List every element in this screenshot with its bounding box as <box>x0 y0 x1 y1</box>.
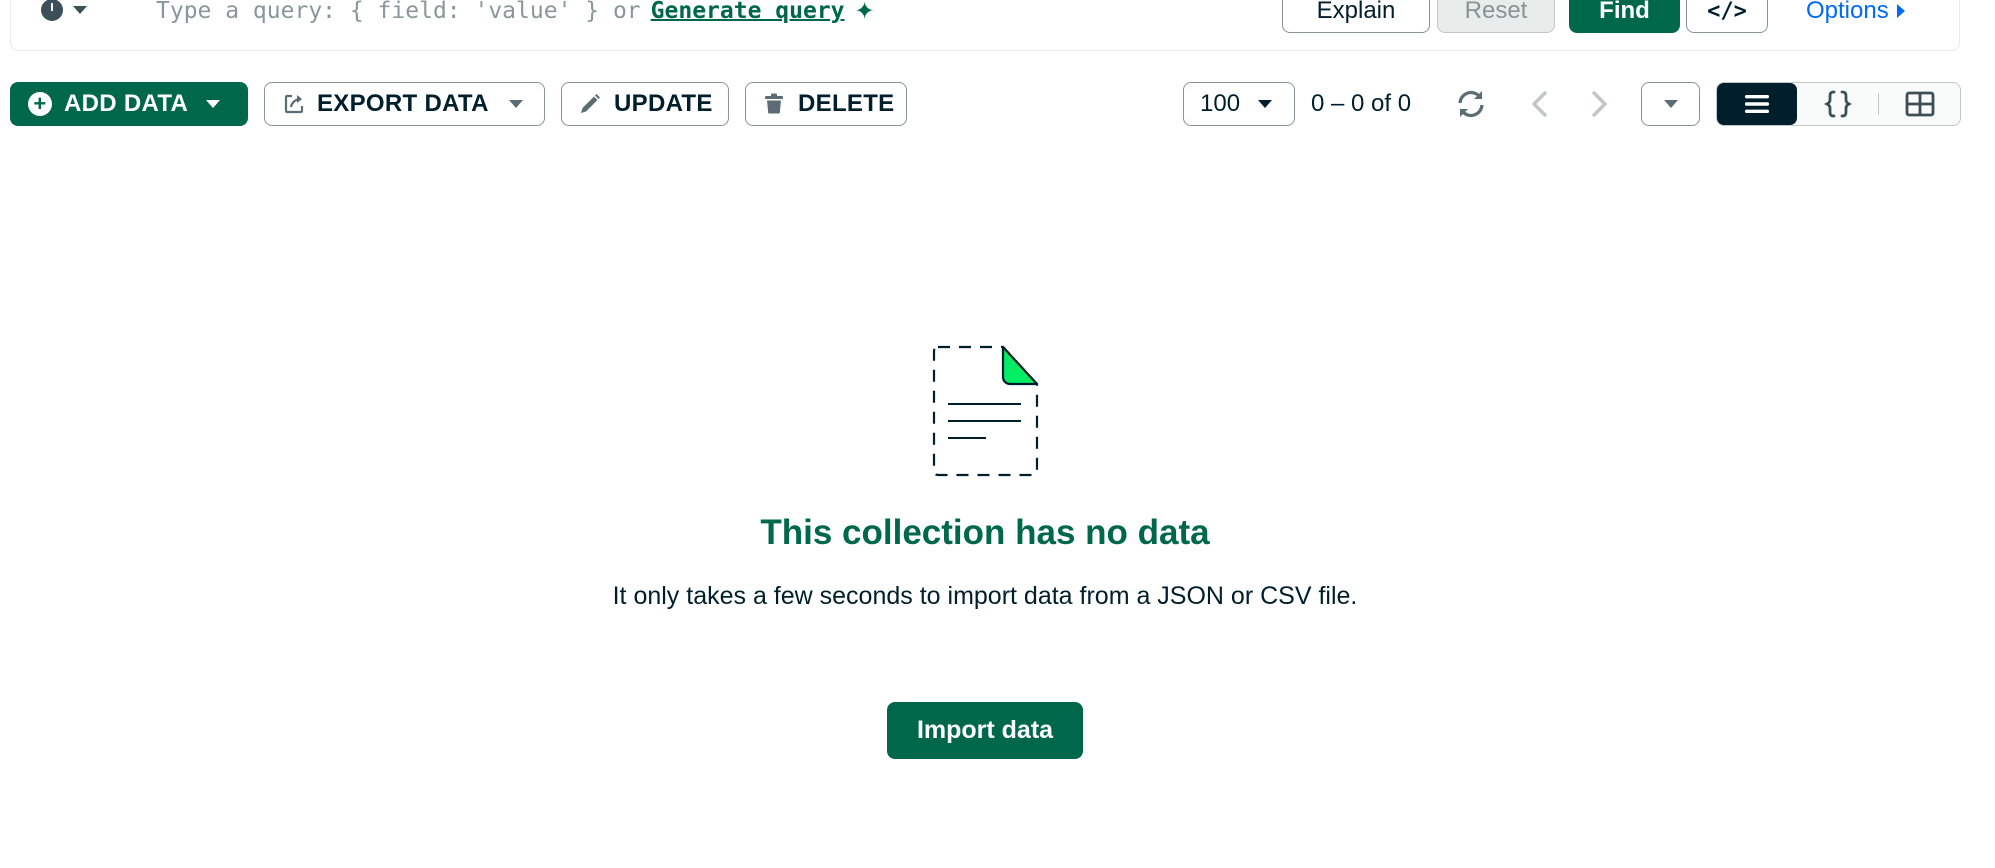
add-data-button[interactable]: + ADD DATA <box>10 82 248 126</box>
list-view-button[interactable] <box>1717 83 1797 125</box>
caret-right-icon <box>1896 4 1905 18</box>
explain-button[interactable]: Explain <box>1282 0 1430 33</box>
sparkle-icon: ✦ <box>854 0 875 25</box>
empty-state-description: It only takes a few seconds to import da… <box>612 582 1358 610</box>
generate-query-link[interactable]: Generate query <box>651 0 845 24</box>
json-view-button[interactable] <box>1797 83 1878 125</box>
export-data-label: EXPORT DATA <box>317 90 489 117</box>
page-size-select[interactable]: 100 <box>1183 82 1295 126</box>
export-icon <box>284 94 304 114</box>
query-placeholder: Type a query: { field: 'value' } or <box>156 0 641 24</box>
find-button[interactable]: Find <box>1569 0 1680 33</box>
update-button[interactable]: UPDATE <box>561 82 729 126</box>
caret-down-icon <box>1258 100 1273 108</box>
options-label: Options <box>1806 0 1889 24</box>
pencil-icon <box>581 94 600 113</box>
empty-document-icon <box>932 345 1039 477</box>
query-input[interactable]: Type a query: { field: 'value' } or Gene… <box>156 0 875 25</box>
trash-icon <box>765 93 783 114</box>
update-label: UPDATE <box>614 90 713 117</box>
export-data-button[interactable]: EXPORT DATA <box>264 82 545 126</box>
list-view-icon <box>1745 95 1769 113</box>
caret-down-icon <box>206 100 221 108</box>
reset-button[interactable]: Reset <box>1437 0 1555 33</box>
clock-icon <box>41 0 63 21</box>
documents-menu-dropdown[interactable] <box>1641 82 1700 126</box>
caret-down-icon <box>73 6 87 14</box>
empty-state-title: This collection has no data <box>760 513 1210 552</box>
page-size-value: 100 <box>1200 90 1241 117</box>
chevron-right-icon[interactable] <box>1580 86 1616 122</box>
options-toggle[interactable]: Options <box>1806 0 1905 25</box>
pagination-range: 0 – 0 of 0 <box>1311 90 1412 117</box>
view-switcher <box>1716 82 1961 126</box>
export-to-language-button[interactable]: </> <box>1686 0 1768 33</box>
import-data-button[interactable]: Import data <box>887 702 1083 759</box>
caret-down-icon <box>1663 100 1678 108</box>
table-view-icon <box>1905 91 1934 117</box>
json-view-icon <box>1823 90 1852 118</box>
refresh-icon[interactable] <box>1453 86 1489 122</box>
add-data-label: ADD DATA <box>64 90 189 117</box>
caret-down-icon <box>508 100 523 108</box>
delete-label: DELETE <box>798 90 895 117</box>
query-bar: Type a query: { field: 'value' } or Gene… <box>10 0 1960 51</box>
delete-button[interactable]: DELETE <box>745 82 907 126</box>
chevron-left-icon[interactable] <box>1523 86 1559 122</box>
table-view-button[interactable] <box>1879 83 1960 125</box>
plus-circle-icon: + <box>28 92 52 116</box>
query-history-button[interactable] <box>41 0 87 21</box>
